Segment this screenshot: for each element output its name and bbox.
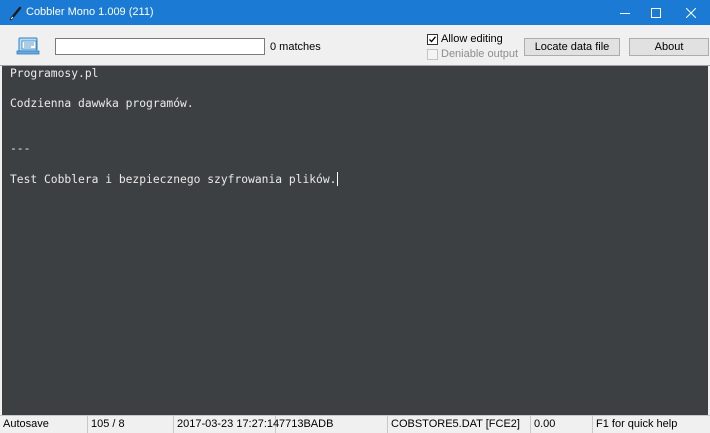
editor-line: --- bbox=[10, 142, 31, 155]
numeric-value: 0.00 bbox=[531, 416, 593, 433]
data-file-name: COBSTORE5.DAT [FCE2] bbox=[388, 416, 531, 433]
quill-icon bbox=[9, 6, 22, 21]
checkbox-box[interactable] bbox=[427, 33, 438, 45]
timestamp: 2017-03-23 17:27:14 bbox=[174, 416, 279, 433]
minimize-icon bbox=[620, 12, 630, 14]
about-button[interactable]: About bbox=[629, 38, 709, 56]
text-editor[interactable]: Programosy.pl Codzienna dawwka programów… bbox=[2, 66, 708, 415]
close-button[interactable] bbox=[675, 0, 707, 25]
hash-value: 7713BADB bbox=[276, 416, 388, 433]
document-icon[interactable] bbox=[16, 37, 40, 55]
status-bar: Autosave 105 / 8 2017-03-23 17:27:14 771… bbox=[0, 415, 710, 433]
editor-line-cursor: Test Cobblera i bezpiecznego szyfrowania… bbox=[10, 172, 339, 186]
allow-editing-checkbox[interactable]: Allow editing bbox=[427, 33, 503, 45]
deniable-output-checkbox[interactable]: Deniable output bbox=[427, 48, 518, 60]
window-title: Cobbler Mono 1.009 (211) bbox=[26, 6, 154, 18]
text-caret bbox=[337, 172, 339, 186]
editor-line: Programosy.pl bbox=[10, 67, 99, 80]
locate-data-file-button[interactable]: Locate data file bbox=[524, 38, 620, 56]
toolbar: 0 matches Allow editing Deniable output … bbox=[0, 25, 710, 66]
checkbox-box[interactable] bbox=[427, 48, 438, 60]
checkmark-icon bbox=[429, 35, 436, 42]
search-input[interactable] bbox=[55, 38, 265, 55]
autosave-status: Autosave bbox=[0, 416, 88, 433]
maximize-button[interactable] bbox=[640, 0, 672, 25]
editor-line: Test Cobblera i bezpiecznego szyfrowania… bbox=[10, 173, 337, 186]
cursor-position: 105 / 8 bbox=[88, 416, 174, 433]
matches-count: 0 matches bbox=[270, 41, 321, 53]
allow-editing-label: Allow editing bbox=[441, 33, 503, 45]
close-icon bbox=[686, 7, 696, 18]
maximize-icon bbox=[651, 7, 661, 18]
minimize-button[interactable] bbox=[609, 0, 641, 25]
quick-help: F1 for quick help bbox=[596, 418, 678, 430]
title-bar: Cobbler Mono 1.009 (211) bbox=[0, 0, 710, 25]
editor-line: Codzienna dawwka programów. bbox=[10, 97, 194, 110]
deniable-output-label: Deniable output bbox=[441, 48, 519, 60]
